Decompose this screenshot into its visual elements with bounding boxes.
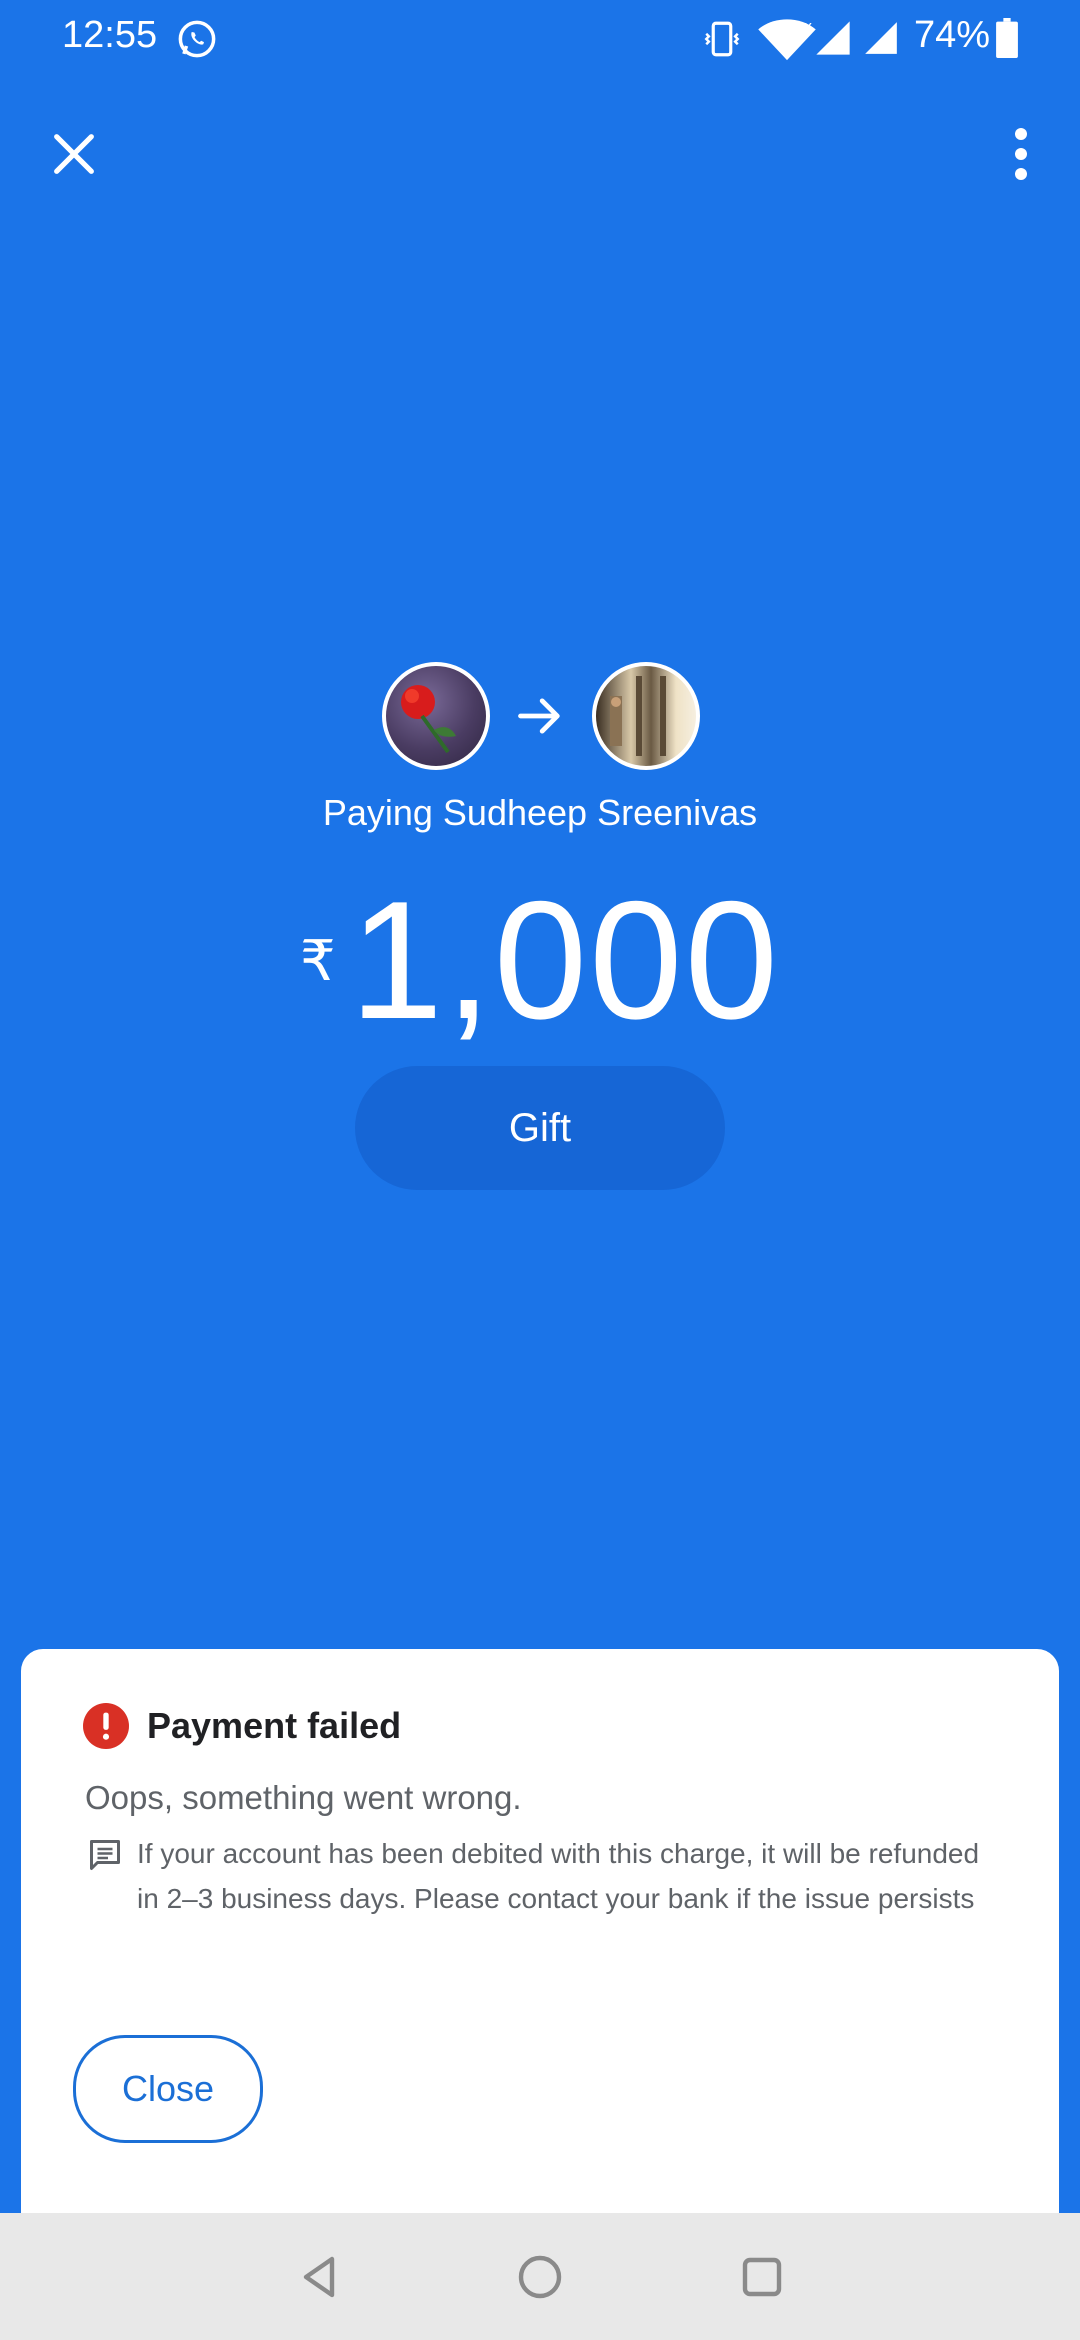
message-icon	[90, 1840, 120, 1870]
gift-note-button[interactable]: Gift	[355, 1066, 725, 1190]
signal-icon-2	[865, 22, 897, 54]
more-vert-icon[interactable]	[1006, 126, 1036, 182]
person-photo-icon	[610, 676, 666, 756]
signal-icon	[816, 21, 850, 55]
status-time: 12:55	[62, 14, 158, 56]
sender-avatar	[382, 662, 490, 770]
battery-icon	[996, 18, 1018, 58]
wifi-icon: x	[758, 18, 816, 61]
paying-recipient-text: Paying Sudheep Sreenivas	[322, 792, 758, 833]
whatsapp-icon	[178, 20, 216, 58]
status-bar: 12:55 x 74%	[0, 0, 1080, 80]
error-icon	[83, 1703, 129, 1749]
home-icon[interactable]	[516, 2253, 564, 2301]
payment-participants	[0, 662, 1080, 770]
error-message: Oops, something went wrong.	[85, 1779, 522, 1816]
recipient-avatar	[592, 662, 700, 770]
arrow-right-icon	[518, 698, 560, 734]
rose-photo-icon	[401, 685, 456, 754]
currency-symbol: ₹	[299, 929, 336, 992]
close-button[interactable]: Close	[73, 2035, 263, 2143]
sheet-title: Payment failed	[147, 1705, 402, 1746]
battery-percent: 74%	[914, 14, 991, 56]
payment-amount: ₹1,000	[0, 868, 1080, 1053]
vibrate-icon	[704, 21, 740, 57]
recents-icon[interactable]	[738, 2253, 786, 2301]
refund-note: If your account has been debited with th…	[137, 1838, 980, 1914]
close-icon[interactable]	[48, 128, 100, 180]
back-icon[interactable]	[296, 2253, 344, 2301]
amount-value: 1,000	[349, 866, 781, 1054]
payment-failed-sheet: Payment failed Oops, something went wron…	[21, 1649, 1059, 2269]
navigation-bar	[0, 2213, 1080, 2340]
